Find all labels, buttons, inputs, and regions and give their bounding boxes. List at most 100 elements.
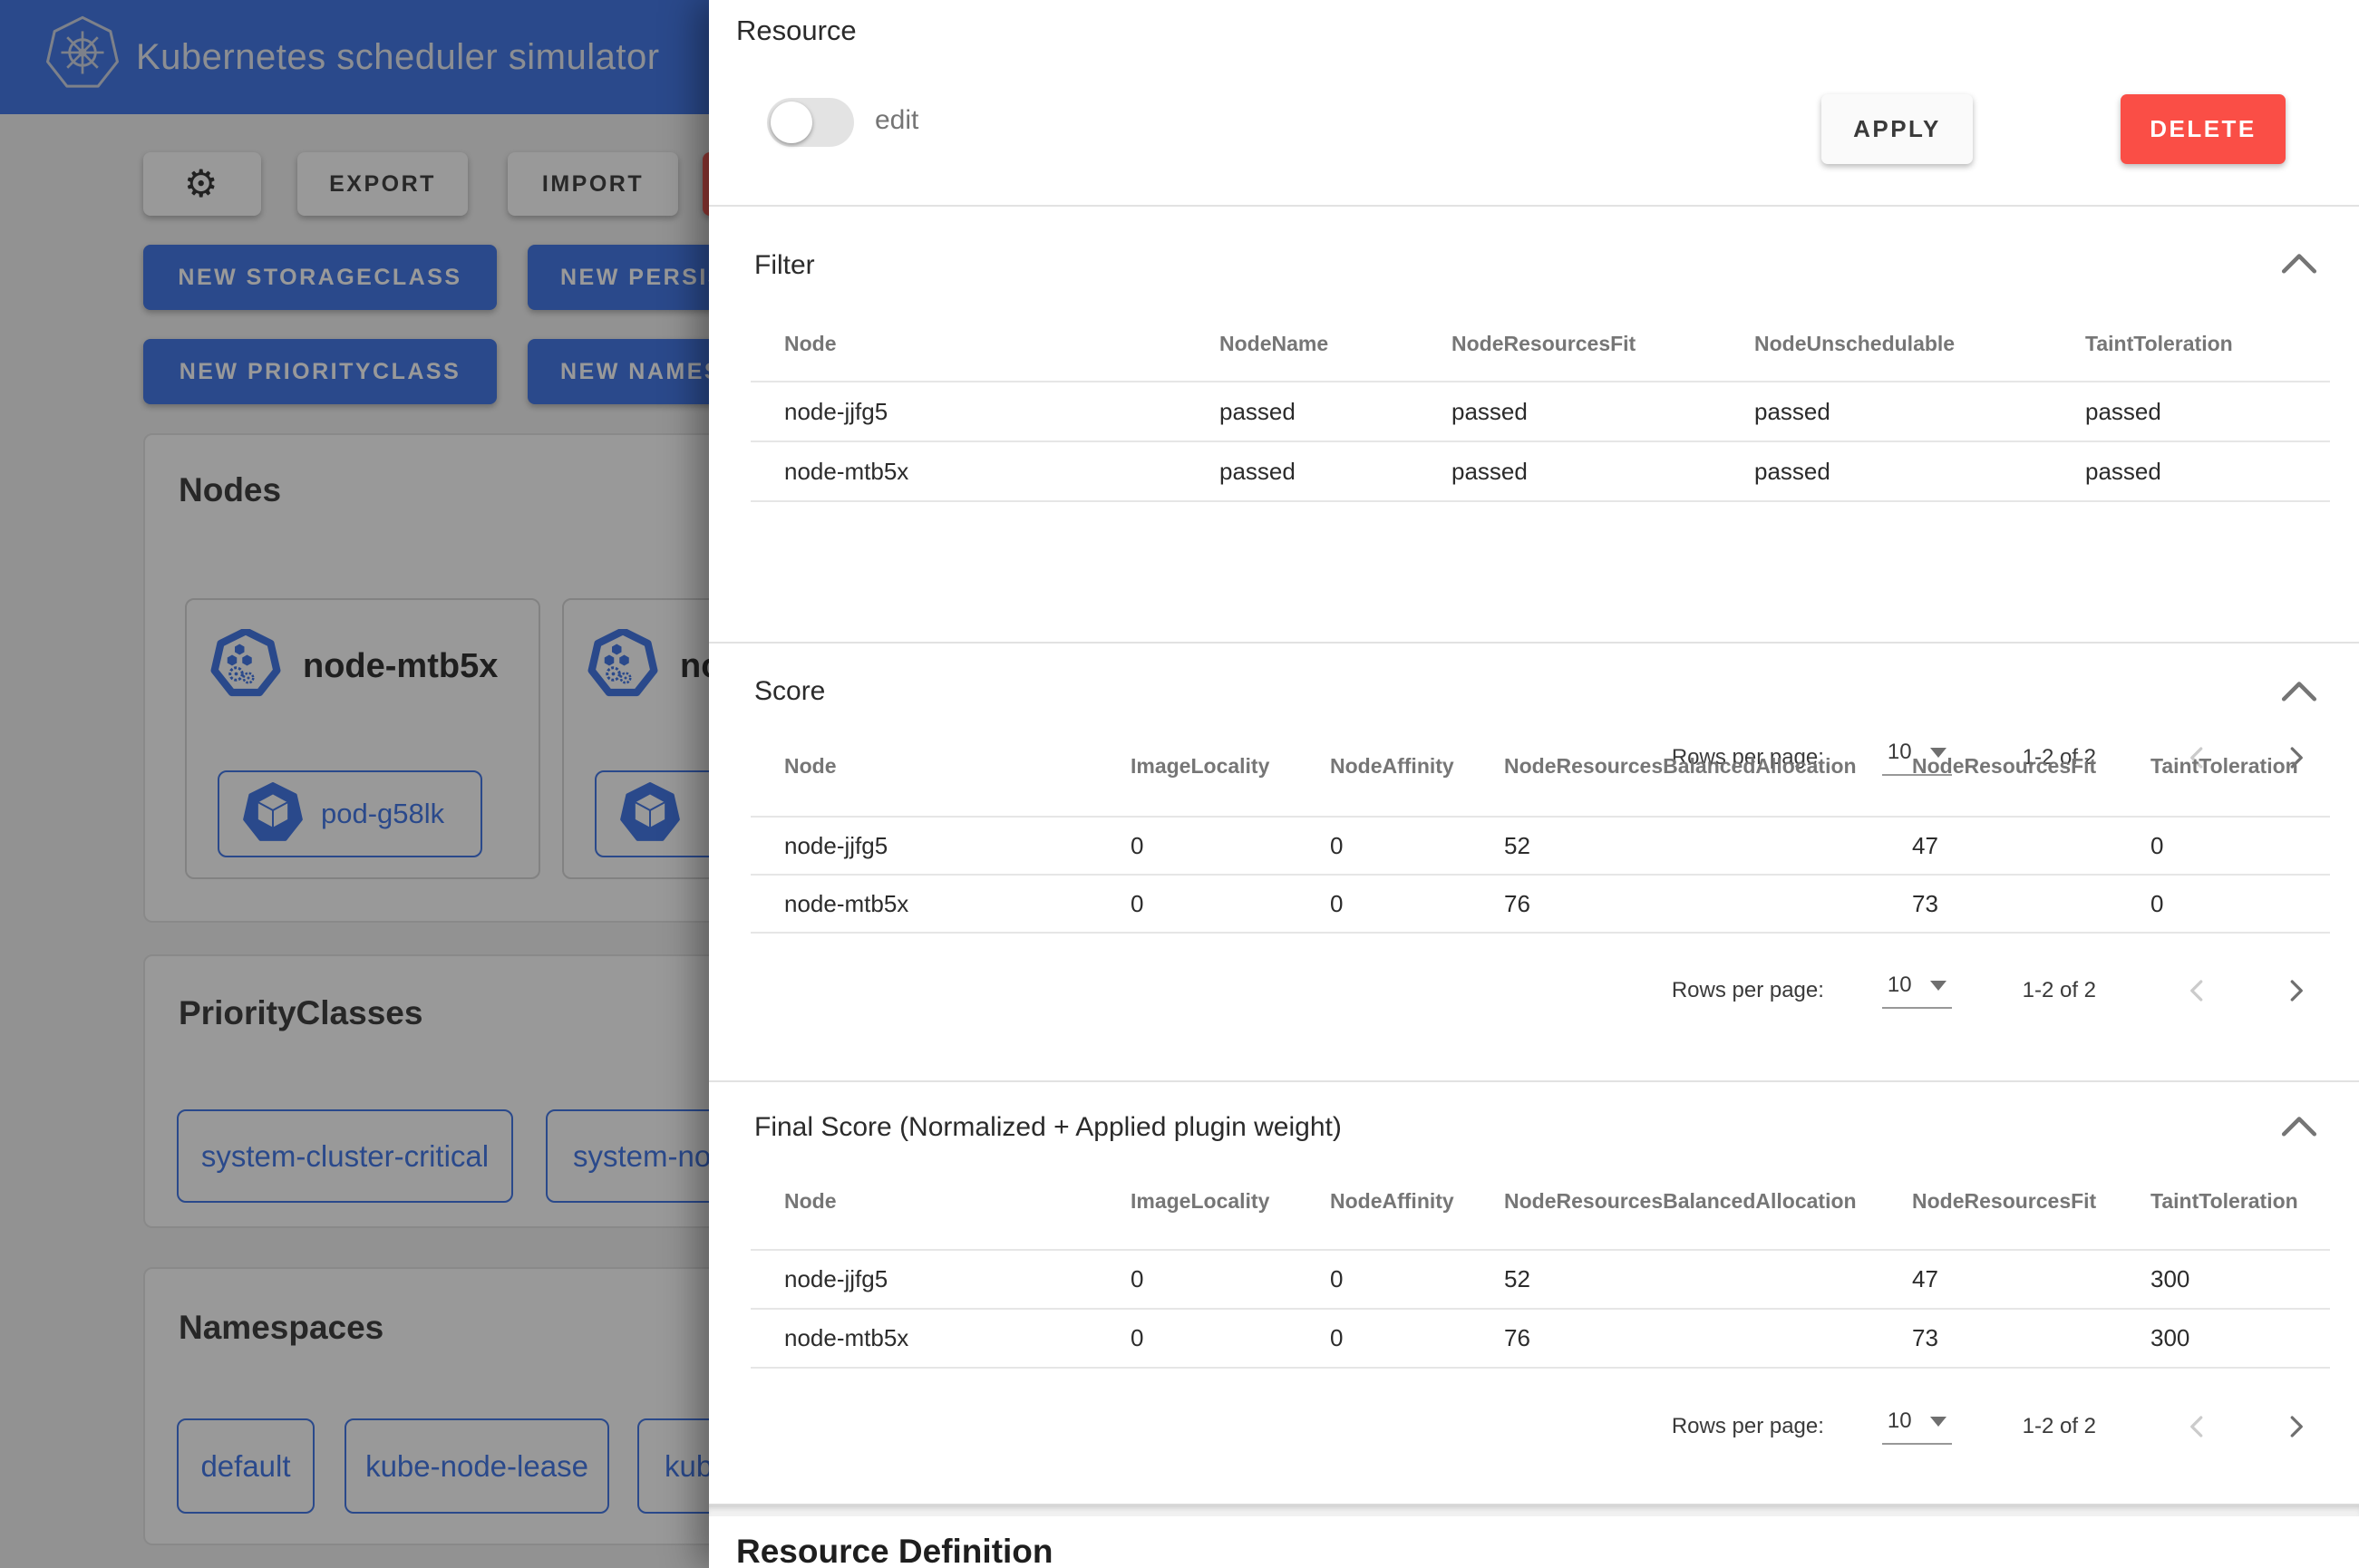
table-cell: passed xyxy=(1219,398,1451,426)
chevron-up-icon xyxy=(2279,1113,2319,1138)
table-cell: 73 xyxy=(1912,1324,2150,1352)
resource-dialog: Resource edit APPLY DELETE Filter NodeNo… xyxy=(709,0,2359,1568)
page-range: 1-2 of 2 xyxy=(2023,978,2096,1003)
column-header: Node xyxy=(751,1189,1131,1214)
chevron-right-icon xyxy=(2282,1413,2309,1440)
table-cell: 0 xyxy=(2150,832,2330,860)
column-header: NodeResourcesFit xyxy=(1451,332,1754,356)
table-cell: 47 xyxy=(1912,832,2150,860)
table-row: node-mtb5xpassedpassedpassedpassed xyxy=(751,442,2330,502)
table-cell: passed xyxy=(1451,398,1754,426)
collapse-section-button[interactable] xyxy=(2279,674,2319,711)
delete-button[interactable]: DELETE xyxy=(2121,94,2286,164)
table-cell: 0 xyxy=(1330,890,1504,918)
column-header: NodeResourcesFit xyxy=(1912,1189,2150,1214)
table-cell: 0 xyxy=(1131,890,1330,918)
table-row: node-jjfg5passedpassedpassedpassed xyxy=(751,382,2330,442)
rows-per-page-value: 10 xyxy=(1888,973,1912,998)
chevron-up-icon xyxy=(2279,250,2319,276)
column-header: TaintToleration xyxy=(2150,1189,2330,1214)
table-cell: passed xyxy=(2085,398,2330,426)
column-header: NodeAffinity xyxy=(1330,754,1504,779)
column-header: NodeAffinity xyxy=(1330,1189,1504,1214)
table-cell: passed xyxy=(1219,458,1451,486)
table-cell: 0 xyxy=(1330,1265,1504,1293)
collapse-section-button[interactable] xyxy=(2279,247,2319,283)
collapse-section-button[interactable] xyxy=(2279,1109,2319,1146)
chevron-up-icon xyxy=(2279,678,2319,703)
table-row: node-jjfg50052470 xyxy=(751,818,2330,876)
score-table: NodeImageLocalityNodeAffinityNodeResourc… xyxy=(751,716,2330,934)
table-cell: 0 xyxy=(1330,832,1504,860)
column-header: TaintToleration xyxy=(2150,754,2330,779)
pagination: Rows per page: 10 1-2 of 2 xyxy=(751,1394,2317,1459)
edit-toggle[interactable] xyxy=(767,98,854,147)
table-header-row: NodeImageLocalityNodeAffinityNodeResourc… xyxy=(751,1153,2330,1251)
chevron-right-icon xyxy=(2282,977,2309,1004)
final-score-section-title: Final Score (Normalized + Applied plugin… xyxy=(754,1112,1342,1143)
table-cell: passed xyxy=(2085,458,2330,486)
table-cell: 76 xyxy=(1504,1324,1912,1352)
final-score-section: Final Score (Normalized + Applied plugin… xyxy=(709,1082,2359,1504)
table-cell: node-mtb5x xyxy=(751,458,1219,486)
rows-per-page-label: Rows per page: xyxy=(1672,1414,1824,1439)
rows-per-page-select[interactable]: 10 xyxy=(1882,973,1952,1009)
next-page-button[interactable] xyxy=(2274,969,2317,1012)
resource-definition-title: Resource Definition xyxy=(736,1533,1053,1568)
page-range: 1-2 of 2 xyxy=(2023,1414,2096,1439)
table-cell: 0 xyxy=(1131,1324,1330,1352)
resource-definition-section: Resource Definition xyxy=(709,1516,2359,1568)
table-cell: passed xyxy=(1754,458,2085,486)
column-header: NodeResourcesFit xyxy=(1912,754,2150,779)
chevron-left-icon xyxy=(2184,977,2211,1004)
column-header: NodeName xyxy=(1219,332,1451,356)
table-cell: 0 xyxy=(2150,890,2330,918)
caret-down-icon xyxy=(1930,1417,1946,1427)
table-cell: 76 xyxy=(1504,890,1912,918)
table-cell: node-mtb5x xyxy=(751,1324,1131,1352)
table-cell: 300 xyxy=(2150,1324,2330,1352)
filter-table: NodeNodeNameNodeResourcesFitNodeUnschedu… xyxy=(751,306,2330,502)
column-header: ImageLocality xyxy=(1131,754,1330,779)
table-row: node-mtb5x007673300 xyxy=(751,1310,2330,1369)
column-header: NodeResourcesBalancedAllocation xyxy=(1504,754,1912,779)
next-page-button[interactable] xyxy=(2274,1405,2317,1448)
table-cell: node-jjfg5 xyxy=(751,398,1219,426)
table-cell: passed xyxy=(1451,458,1754,486)
column-header: TaintToleration xyxy=(2085,332,2330,356)
table-cell: 52 xyxy=(1504,1265,1912,1293)
table-cell: 300 xyxy=(2150,1265,2330,1293)
table-row: node-jjfg5005247300 xyxy=(751,1251,2330,1310)
table-header-row: NodeImageLocalityNodeAffinityNodeResourc… xyxy=(751,716,2330,818)
filter-section-title: Filter xyxy=(754,250,815,281)
chevron-left-icon xyxy=(2184,1413,2211,1440)
toggle-thumb-icon xyxy=(771,102,812,143)
card-divider xyxy=(709,1504,2359,1516)
table-cell: passed xyxy=(1754,398,2085,426)
final-score-table: NodeImageLocalityNodeAffinityNodeResourc… xyxy=(751,1153,2330,1369)
table-cell: 52 xyxy=(1504,832,1912,860)
table-cell: node-mtb5x xyxy=(751,890,1131,918)
rows-per-page-select[interactable]: 10 xyxy=(1882,1408,1952,1445)
edit-toggle-label: edit xyxy=(875,105,918,136)
table-cell: 0 xyxy=(1131,1265,1330,1293)
previous-page-button[interactable] xyxy=(2176,969,2219,1012)
table-cell: 0 xyxy=(1330,1324,1504,1352)
table-cell: node-jjfg5 xyxy=(751,1265,1131,1293)
dialog-title: Resource xyxy=(736,15,857,47)
table-cell: 73 xyxy=(1912,890,2150,918)
rows-per-page-label: Rows per page: xyxy=(1672,978,1824,1003)
column-header: NodeUnschedulable xyxy=(1754,332,2085,356)
column-header: Node xyxy=(751,754,1131,779)
dialog-header: Resource edit APPLY DELETE xyxy=(709,0,2359,207)
column-header: NodeResourcesBalancedAllocation xyxy=(1504,1189,1912,1214)
filter-section: Filter NodeNodeNameNodeResourcesFitNodeU… xyxy=(709,207,2359,644)
column-header: ImageLocality xyxy=(1131,1189,1330,1214)
score-section-title: Score xyxy=(754,676,825,707)
score-section: Score NodeImageLocalityNodeAffinityNodeR… xyxy=(709,644,2359,1082)
apply-button[interactable]: APPLY xyxy=(1821,94,1973,164)
table-cell: 47 xyxy=(1912,1265,2150,1293)
caret-down-icon xyxy=(1930,981,1946,991)
column-header: Node xyxy=(751,332,1219,356)
previous-page-button[interactable] xyxy=(2176,1405,2219,1448)
